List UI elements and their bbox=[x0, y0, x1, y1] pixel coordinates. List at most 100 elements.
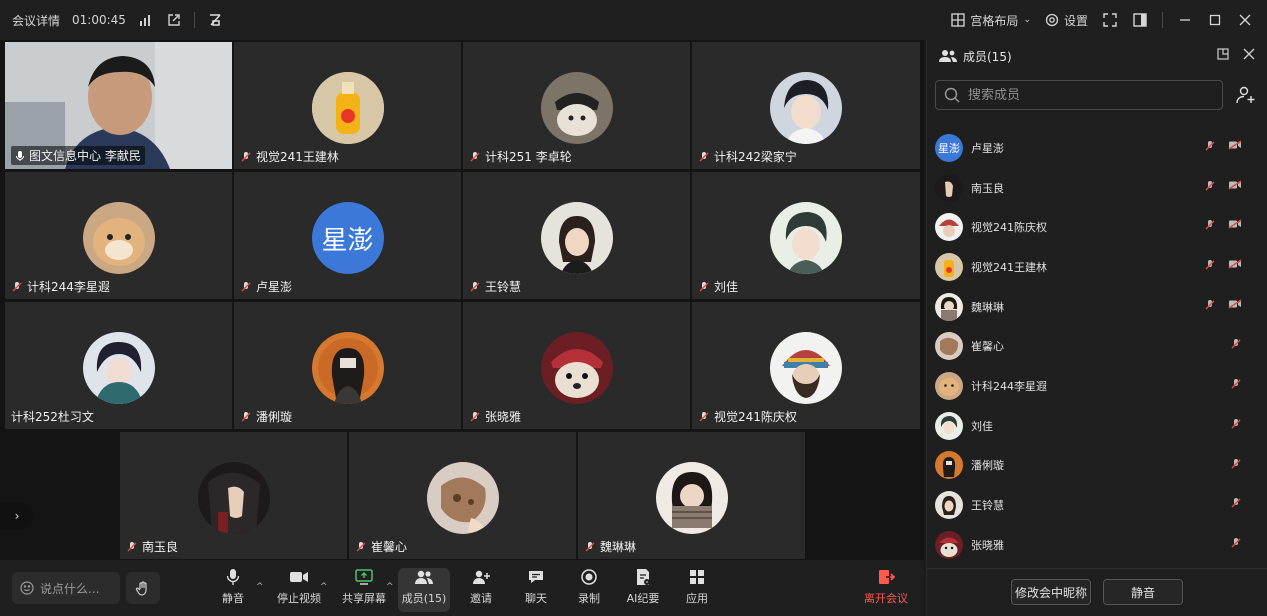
members-button[interactable]: 成员(15) bbox=[398, 568, 450, 612]
member-row[interactable]: 南玉良 bbox=[927, 168, 1267, 208]
raise-hand-button[interactable] bbox=[126, 572, 160, 604]
meeting-toolbar: 说点什么... 静音 ^ 停止视频 ^ 共享屏幕 ^ 成员(15) 邀请 聊天 … bbox=[0, 560, 924, 616]
member-name: 潘俐璇 bbox=[971, 459, 1004, 473]
camera-off-icon[interactable] bbox=[1228, 140, 1242, 155]
video-tile[interactable]: 王铃慧 bbox=[463, 172, 690, 299]
member-row[interactable]: 刘佳 bbox=[927, 406, 1267, 446]
avatar bbox=[770, 72, 842, 144]
microphone-muted-icon[interactable] bbox=[1204, 219, 1216, 234]
search-icon bbox=[944, 87, 960, 103]
invite-member-button[interactable] bbox=[1231, 80, 1261, 110]
close-panel-icon[interactable] bbox=[1243, 48, 1255, 63]
microphone-muted-icon[interactable] bbox=[1230, 497, 1242, 512]
mute-button[interactable]: 静音 bbox=[215, 568, 251, 612]
layout-dropdown[interactable]: 宫格布局 ⌄ bbox=[951, 12, 1031, 29]
video-tile[interactable]: 图文信息中心 李献民 bbox=[5, 42, 232, 169]
microphone-muted-icon[interactable] bbox=[1230, 378, 1242, 393]
member-row[interactable]: 潘俐璇 bbox=[927, 446, 1267, 486]
ai-summary-button[interactable]: AI纪要 bbox=[624, 568, 662, 612]
microphone-muted-icon[interactable] bbox=[1230, 418, 1242, 433]
video-tile[interactable]: 视觉241王建林 bbox=[234, 42, 461, 169]
microphone-muted-icon[interactable] bbox=[1204, 259, 1216, 274]
member-row[interactable]: 张晓雅 bbox=[927, 525, 1267, 565]
participant-name: 卢星澎 bbox=[256, 280, 293, 294]
avatar bbox=[311, 332, 384, 404]
member-row[interactable]: 视觉241王建林 bbox=[927, 247, 1267, 287]
invite-button[interactable]: 邀请 bbox=[464, 568, 498, 612]
member-search-box[interactable] bbox=[935, 80, 1223, 110]
avatar bbox=[311, 72, 384, 144]
settings-label: 设置 bbox=[1063, 13, 1088, 28]
video-tile[interactable]: 崔馨心 bbox=[349, 432, 576, 559]
video-tile[interactable]: 张晓雅 bbox=[463, 302, 690, 429]
video-tile[interactable]: 星澎 卢星澎 bbox=[234, 172, 461, 299]
mute-options-caret[interactable]: ^ bbox=[256, 582, 264, 592]
add-user-icon bbox=[471, 568, 491, 586]
share-options-caret[interactable]: ^ bbox=[386, 582, 394, 592]
video-tile[interactable]: 计科244李星遐 bbox=[5, 172, 232, 299]
microphone-muted-icon[interactable] bbox=[1230, 338, 1242, 353]
popout-panel-icon[interactable] bbox=[1217, 48, 1229, 63]
video-tile[interactable]: 潘俐璇 bbox=[234, 302, 461, 429]
member-row[interactable]: 星澎 卢星澎 bbox=[927, 128, 1267, 168]
participant-name: 图文信息中心 李献民 bbox=[29, 149, 141, 163]
video-tile[interactable]: 视觉241陈庆权 bbox=[692, 302, 920, 429]
member-row[interactable]: 魏琳琳 bbox=[927, 287, 1267, 327]
video-tile[interactable]: 南玉良 bbox=[120, 432, 347, 559]
microphone-muted-icon[interactable] bbox=[1204, 180, 1216, 195]
member-row[interactable]: 计科244李星遐 bbox=[927, 366, 1267, 406]
camera-off-icon[interactable] bbox=[1228, 299, 1242, 314]
member-row[interactable]: 视觉241陈庆权 bbox=[927, 207, 1267, 247]
chat-button[interactable]: 聊天 bbox=[519, 568, 553, 612]
chat-label: 聊天 bbox=[525, 592, 547, 605]
microphone-muted-icon bbox=[469, 151, 481, 163]
video-tile[interactable]: 魏琳琳 bbox=[578, 432, 805, 559]
member-name: 张晓雅 bbox=[971, 538, 1004, 552]
camera-off-icon[interactable] bbox=[1228, 259, 1242, 274]
expand-panel-button[interactable]: › bbox=[0, 502, 34, 530]
member-row[interactable]: 王铃慧 bbox=[927, 485, 1267, 525]
video-tile[interactable]: 计科252杜习文 bbox=[5, 302, 232, 429]
fullscreen-icon[interactable] bbox=[1102, 12, 1118, 28]
microphone-muted-icon[interactable] bbox=[1230, 537, 1242, 552]
participant-name: 崔馨心 bbox=[371, 540, 408, 554]
microphone-muted-icon[interactable] bbox=[1204, 140, 1216, 155]
avatar bbox=[82, 332, 155, 404]
video-tile[interactable]: 刘佳 bbox=[692, 172, 920, 299]
avatar bbox=[770, 332, 842, 404]
members-icon bbox=[414, 568, 434, 586]
video-options-caret[interactable]: ^ bbox=[320, 582, 328, 592]
sidebar-toggle-icon[interactable] bbox=[1132, 12, 1148, 28]
signal-icon[interactable] bbox=[138, 12, 154, 28]
meeting-details-link[interactable]: 会议详情 bbox=[12, 12, 60, 29]
stop-video-label: 停止视频 bbox=[277, 592, 321, 605]
speaker-muted-icon[interactable] bbox=[207, 12, 223, 28]
member-row[interactable]: 崔馨心 bbox=[927, 326, 1267, 366]
members-panel: 成员(15) 星澎卢星澎南玉良视觉241陈庆权视觉241王建林魏琳琳崔馨心计科2… bbox=[926, 40, 1267, 616]
settings-button[interactable]: 设置 bbox=[1045, 12, 1088, 29]
member-search-input[interactable] bbox=[968, 87, 1208, 103]
video-tile[interactable]: 计科242梁家宁 bbox=[692, 42, 920, 169]
leave-meeting-button[interactable]: 离开会议 bbox=[862, 568, 910, 612]
participant-name: 视觉241陈庆权 bbox=[714, 410, 797, 424]
avatar bbox=[935, 371, 963, 400]
apps-button[interactable]: 应用 bbox=[680, 568, 714, 612]
microphone-muted-icon[interactable] bbox=[1204, 299, 1216, 314]
video-tile[interactable]: 计科251 李卓轮 bbox=[463, 42, 690, 169]
close-icon[interactable] bbox=[1237, 12, 1253, 28]
maximize-icon[interactable] bbox=[1207, 12, 1223, 28]
camera-off-icon[interactable] bbox=[1228, 219, 1242, 234]
microphone-muted-icon bbox=[469, 411, 481, 423]
record-button[interactable]: 录制 bbox=[572, 568, 606, 612]
mute-all-button[interactable]: 静音 bbox=[1103, 579, 1183, 605]
quick-chat-input[interactable]: 说点什么... bbox=[12, 572, 120, 604]
title-bar: 会议详情 01:00:45 宫格布局 ⌄ 设置 bbox=[0, 0, 1267, 40]
minimize-icon[interactable] bbox=[1177, 12, 1193, 28]
camera-off-icon[interactable] bbox=[1228, 180, 1242, 195]
share-screen-button[interactable]: 共享屏幕 bbox=[340, 568, 388, 612]
rename-in-meeting-label: 修改会中昵称 bbox=[1014, 585, 1087, 600]
microphone-muted-icon[interactable] bbox=[1230, 458, 1242, 473]
popout-icon[interactable] bbox=[166, 12, 182, 28]
rename-in-meeting-button[interactable]: 修改会中昵称 bbox=[1011, 579, 1091, 605]
stop-video-button[interactable]: 停止视频 bbox=[275, 568, 323, 612]
